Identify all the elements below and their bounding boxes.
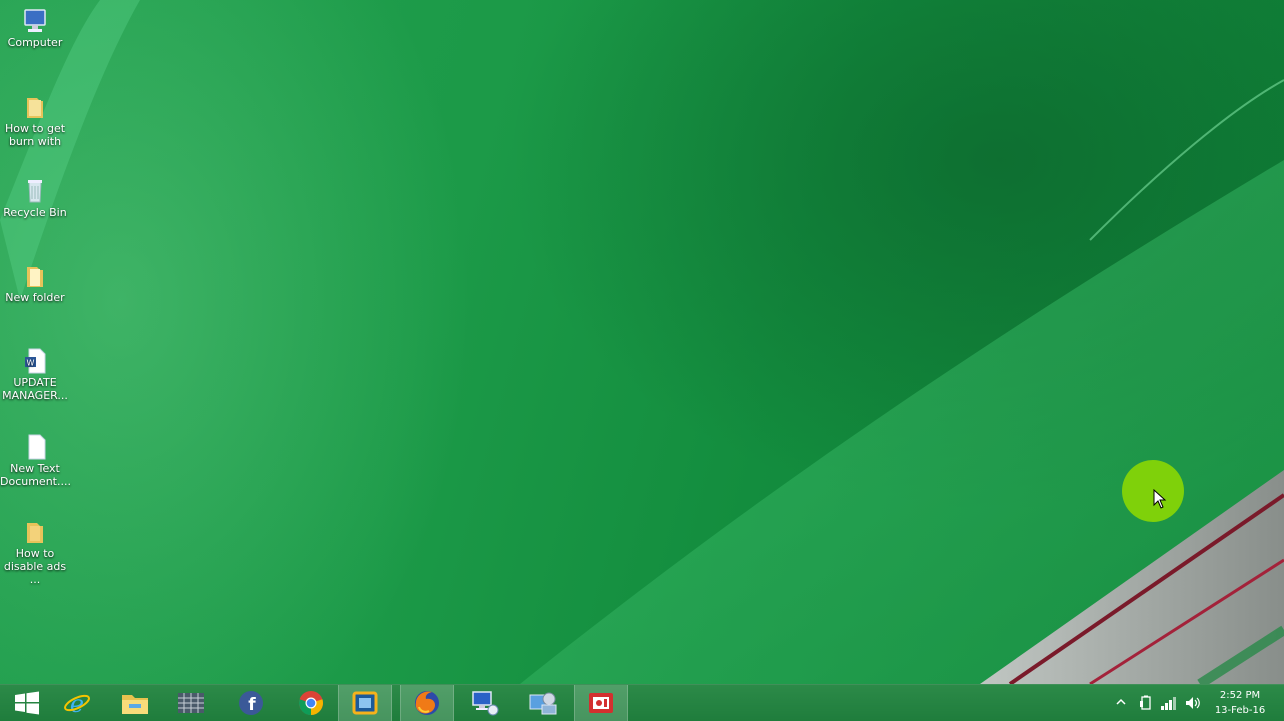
app-grid-icon bbox=[178, 693, 204, 713]
desktop-icon-recycle-bin[interactable]: Recycle Bin bbox=[0, 178, 70, 219]
show-hidden-icons-chevron-icon[interactable] bbox=[1116, 695, 1126, 709]
clock-time: 2:52 PM bbox=[1219, 690, 1261, 701]
taskbar-facebook[interactable]: f bbox=[224, 685, 278, 721]
chrome-icon bbox=[299, 691, 323, 716]
taskbar-file-explorer[interactable] bbox=[108, 685, 162, 721]
folder-icon bbox=[27, 267, 43, 287]
mouse-cursor-icon bbox=[1153, 489, 1167, 509]
clock-date: 13-Feb-16 bbox=[1214, 705, 1266, 716]
start-button[interactable] bbox=[0, 685, 54, 721]
recycle-bin-icon bbox=[28, 180, 42, 203]
desktop-icon-label: New Text Document.... bbox=[0, 462, 71, 488]
desktop-icon-label: New folder bbox=[5, 291, 65, 304]
desktop-icon-how-to-get-burn[interactable]: How to get burn with bbox=[0, 94, 70, 148]
taskbar-virtualbox[interactable] bbox=[338, 685, 392, 721]
desktop-icon-new-text-document[interactable]: New Text Document.... bbox=[0, 434, 71, 488]
taskbar: e f 2:52 PM 13-Feb-16 bbox=[0, 684, 1284, 721]
taskbar-screen-recorder[interactable] bbox=[574, 685, 628, 721]
computer-icon bbox=[24, 9, 46, 32]
facebook-icon: f bbox=[239, 691, 263, 715]
desktop-icon-label: Computer bbox=[7, 36, 63, 49]
internet-explorer-icon: e bbox=[64, 690, 90, 717]
windows-start-icon bbox=[15, 691, 39, 715]
network-computer-icon bbox=[472, 691, 499, 716]
desktop-icon-how-to-disable-ads[interactable]: How to disable ads ... bbox=[0, 519, 70, 586]
folder-icon bbox=[27, 523, 43, 543]
desktop-icon-label: Recycle Bin bbox=[3, 206, 67, 219]
taskbar-app-grid[interactable] bbox=[164, 685, 218, 721]
svg-text:W: W bbox=[27, 359, 35, 368]
taskbar-internet-explorer[interactable]: e bbox=[50, 685, 104, 721]
wallpaper bbox=[0, 0, 1284, 684]
desktop-icon-label: How to disable ads ... bbox=[3, 547, 67, 586]
firefox-icon bbox=[415, 691, 439, 715]
taskbar-clock[interactable]: 2:52 PM 13-Feb-16 bbox=[1212, 688, 1268, 718]
file-explorer-icon bbox=[122, 695, 148, 714]
desktop[interactable]: Computer How to get burn with Recycle Bi… bbox=[0, 0, 1284, 684]
speaker-volume-icon[interactable] bbox=[1184, 695, 1202, 711]
screen-recorder-icon bbox=[589, 693, 613, 713]
system-tray: 2:52 PM 13-Feb-16 bbox=[1104, 685, 1284, 721]
text-document-icon bbox=[28, 434, 46, 460]
desktop-icon-update-manager[interactable]: W UPDATE MANAGER... bbox=[0, 348, 70, 402]
word-document-icon: W bbox=[25, 348, 46, 374]
taskbar-chrome[interactable] bbox=[284, 685, 338, 721]
desktop-icon-label: UPDATE MANAGER... bbox=[2, 376, 68, 402]
virtualbox-icon bbox=[352, 691, 378, 715]
folder-icon bbox=[27, 98, 43, 118]
desktop-icon-computer[interactable]: Computer bbox=[0, 8, 70, 49]
svg-text:e: e bbox=[70, 690, 84, 717]
svg-text:f: f bbox=[248, 695, 256, 715]
control-panel-icon bbox=[529, 692, 557, 715]
taskbar-network-computer[interactable] bbox=[458, 685, 512, 721]
taskbar-control-panel[interactable] bbox=[516, 685, 570, 721]
taskbar-firefox[interactable] bbox=[400, 685, 454, 721]
desktop-icon-label: How to get burn with bbox=[4, 122, 66, 148]
signal-strength-icon[interactable] bbox=[1160, 695, 1178, 711]
power-battery-icon[interactable] bbox=[1138, 695, 1154, 711]
desktop-icon-new-folder[interactable]: New folder bbox=[0, 263, 70, 304]
